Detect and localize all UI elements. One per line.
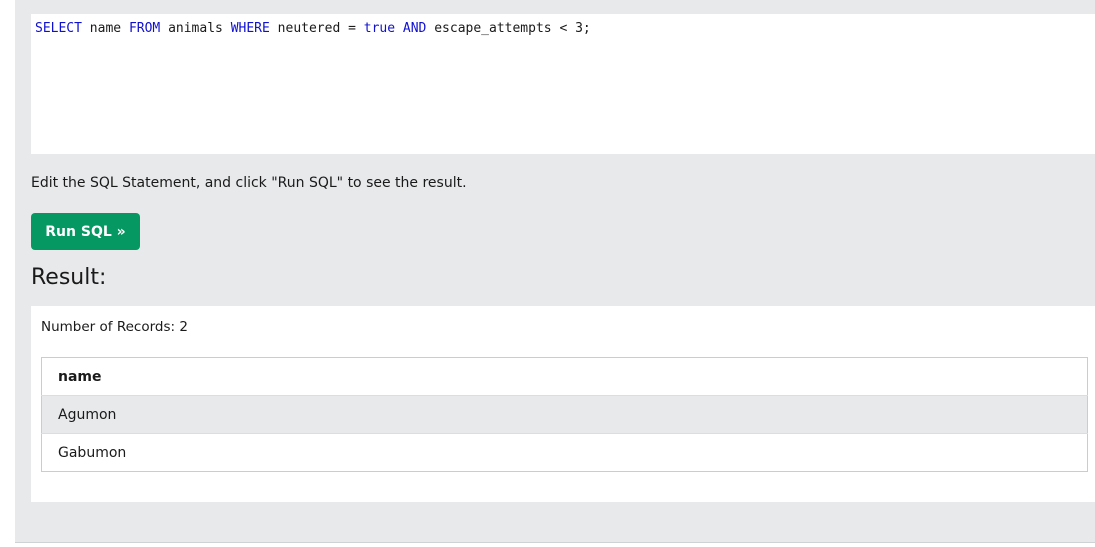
sql-keyword-from: FROM: [128, 21, 161, 36]
result-container: Number of Records: 2 name Agumon Gabumon: [31, 306, 1095, 502]
run-sql-button[interactable]: Run SQL »: [31, 213, 140, 250]
sql-text: escape_attempts < 3;: [426, 21, 591, 36]
sql-keyword-select: SELECT: [35, 21, 82, 36]
table-cell: Agumon: [41, 395, 1088, 434]
sql-keyword-where: WHERE: [230, 21, 270, 36]
result-table: name Agumon Gabumon: [41, 357, 1088, 472]
table-cell: Gabumon: [41, 433, 1088, 472]
instructions-text: Edit the SQL Statement, and click "Run S…: [31, 175, 467, 191]
record-count: Number of Records: 2: [41, 319, 188, 335]
sql-text: name: [81, 21, 129, 36]
result-heading: Result:: [31, 265, 107, 290]
sql-editor[interactable]: SELECT name FROM animals WHERE neutered …: [31, 14, 1095, 154]
sql-text: animals: [160, 21, 231, 36]
sql-text: neutered =: [269, 21, 364, 36]
sql-tryit-panel: SELECT name FROM animals WHERE neutered …: [15, 0, 1095, 543]
table-header-row: name: [42, 358, 1088, 396]
sql-keyword-and: AND: [402, 21, 427, 36]
sql-code-line[interactable]: SELECT name FROM animals WHERE neutered …: [35, 21, 591, 36]
column-header-name: name: [58, 368, 102, 385]
table-row: Gabumon: [41, 433, 1088, 472]
sql-keyword-true: true: [363, 21, 396, 36]
table-row: Agumon: [41, 395, 1088, 434]
